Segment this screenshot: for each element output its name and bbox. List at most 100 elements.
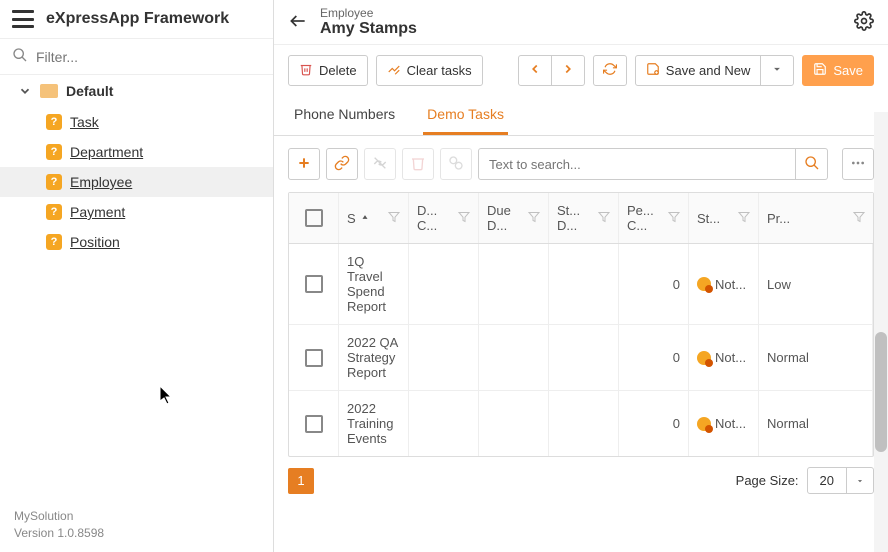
footer-solution: MySolution [14, 508, 259, 525]
data-grid: S D... C... Due D... St... D... Pe... C.… [288, 192, 874, 457]
delete-button[interactable]: Delete [288, 55, 368, 86]
plus-icon [296, 155, 312, 174]
page-current[interactable]: 1 [288, 468, 314, 494]
sort-asc-icon [360, 211, 370, 226]
object-icon: ? [46, 114, 62, 130]
search-icon [804, 155, 820, 174]
status-icon [697, 417, 711, 431]
cell-status: Not... [689, 325, 759, 390]
delete-label: Delete [319, 63, 357, 78]
next-button[interactable] [551, 55, 585, 86]
cell-percent-complete: 0 [619, 391, 689, 456]
header-name: Amy Stamps [320, 20, 417, 38]
save-button[interactable]: Save [802, 55, 874, 86]
menu-toggle[interactable] [12, 10, 34, 28]
chevron-down-icon [18, 84, 32, 98]
sidebar-item-payment[interactable]: ?Payment [0, 197, 273, 227]
col-due-date[interactable]: Due D... [479, 193, 549, 243]
delete-row-button[interactable] [402, 148, 434, 180]
folder-icon [40, 84, 58, 98]
col-percent-complete[interactable]: Pe... C... [619, 193, 689, 243]
cell-due-date [479, 391, 549, 456]
filter-icon[interactable] [668, 211, 680, 226]
row-checkbox[interactable] [305, 349, 323, 367]
cell-status: Not... [689, 244, 759, 324]
cell-date-completed [409, 325, 479, 390]
save-and-new-button[interactable]: Save and New [635, 55, 762, 86]
sidebar-item-label: Department [70, 144, 143, 160]
object-icon: ? [46, 174, 62, 190]
select-all-checkbox[interactable] [305, 209, 323, 227]
refresh-button[interactable] [593, 55, 627, 86]
filter-input[interactable] [36, 49, 261, 65]
grid-search-input[interactable] [478, 148, 796, 180]
table-row[interactable]: 1Q Travel Spend Report 0 Not... Low [289, 244, 873, 325]
sidebar-item-label: Position [70, 234, 120, 250]
scrollbar-track[interactable] [874, 112, 888, 552]
clear-label: Clear tasks [407, 63, 472, 78]
unlink-icon [372, 155, 388, 174]
gear-icon[interactable] [854, 11, 874, 34]
main-content: Employee Amy Stamps Delete Clear tasks [274, 0, 888, 552]
between-button[interactable] [440, 148, 472, 180]
cell-priority: Normal [759, 325, 873, 390]
cell-percent-complete: 0 [619, 325, 689, 390]
filter-icon[interactable] [598, 211, 610, 226]
filter-icon[interactable] [528, 211, 540, 226]
cell-due-date [479, 325, 549, 390]
filter-icon[interactable] [853, 211, 865, 226]
save-new-label: Save and New [666, 63, 751, 78]
sidebar-item-position[interactable]: ? Position [0, 227, 273, 257]
more-actions-button[interactable] [842, 148, 874, 180]
cell-subject: 1Q Travel Spend Report [339, 244, 409, 324]
col-status[interactable]: St... [689, 193, 759, 243]
link-button[interactable] [326, 148, 358, 180]
tab-phone-numbers[interactable]: Phone Numbers [290, 96, 399, 135]
row-checkbox[interactable] [305, 415, 323, 433]
status-icon [697, 277, 711, 291]
sidebar-item-label: Payment [70, 204, 125, 220]
save-label: Save [833, 63, 863, 78]
filter-icon[interactable] [388, 211, 400, 226]
sidebar-item-task[interactable]: ? Task [0, 107, 273, 137]
cell-priority: Low [759, 244, 873, 324]
sidebar-item-employee[interactable]: ? Employee [0, 167, 273, 197]
sidebar: eXpressApp Framework Default ?Task?Depar… [0, 0, 274, 552]
col-subject[interactable]: S [339, 193, 409, 243]
add-row-button[interactable] [288, 148, 320, 180]
tree-root-default[interactable]: Default [0, 75, 273, 107]
clear-tasks-button[interactable]: Clear tasks [376, 55, 483, 86]
prev-button[interactable] [518, 55, 552, 86]
unlink-button[interactable] [364, 148, 396, 180]
search-icon [12, 47, 28, 66]
filter-icon[interactable] [738, 211, 750, 226]
ellipsis-icon [850, 155, 866, 174]
row-checkbox[interactable] [305, 275, 323, 293]
refresh-icon [603, 62, 617, 79]
page-size-select[interactable]: 20 [807, 467, 874, 494]
table-row[interactable]: 2022 QA Strategy Report 0 Not... Normal [289, 325, 873, 391]
between-icon [448, 155, 464, 174]
col-start-date[interactable]: St... D... [549, 193, 619, 243]
chevron-left-icon [528, 62, 542, 79]
filter-icon[interactable] [458, 211, 470, 226]
tab-demo-tasks[interactable]: Demo Tasks [423, 96, 508, 135]
cell-start-date [549, 391, 619, 456]
sidebar-item-label: Employee [70, 174, 132, 190]
col-priority[interactable]: Pr... [759, 193, 873, 243]
back-arrow-icon[interactable] [288, 11, 308, 34]
sidebar-item-department[interactable]: ? Department [0, 137, 273, 167]
cell-date-completed [409, 391, 479, 456]
table-row[interactable]: 2022 Training Events 0 Not... Normal [289, 391, 873, 456]
object-icon: ? [46, 234, 62, 250]
cell-start-date [549, 325, 619, 390]
save-new-dropdown[interactable] [760, 55, 794, 86]
save-new-icon [646, 62, 660, 79]
object-icon: ? [46, 144, 62, 160]
trash-icon [299, 62, 313, 79]
sidebar-item-label: Task [70, 114, 99, 130]
grid-search-button[interactable] [796, 148, 828, 180]
cell-status: Not... [689, 391, 759, 456]
scrollbar-thumb[interactable] [875, 332, 887, 452]
col-date-completed[interactable]: D... C... [409, 193, 479, 243]
